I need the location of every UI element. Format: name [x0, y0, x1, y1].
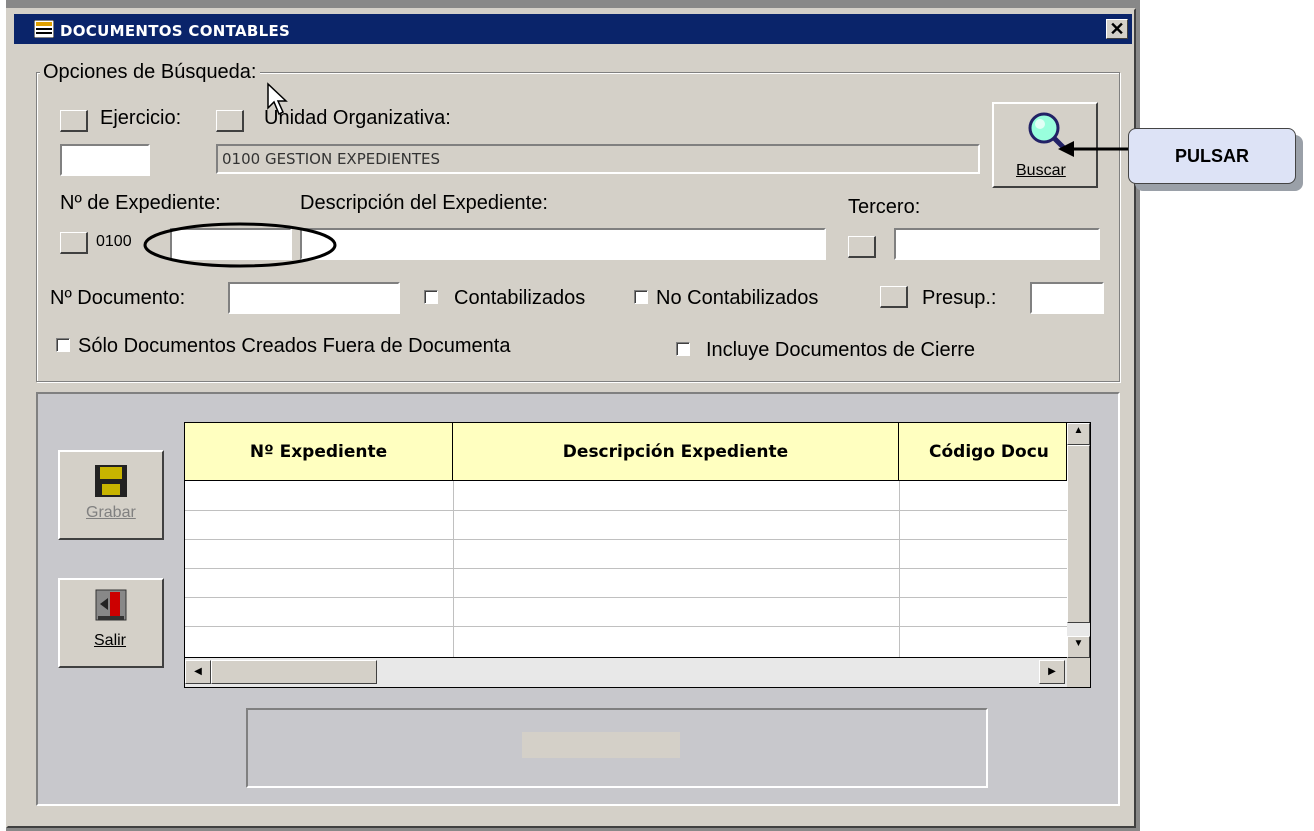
vertical-scrollbar[interactable]: ▲ ▼	[1067, 423, 1090, 658]
unidad-label: Unidad Organizativa:	[264, 107, 451, 129]
buscar-label: Buscar	[1016, 162, 1066, 179]
window-title: DOCUMENTOS CONTABLES	[60, 22, 291, 40]
unidad-toggle[interactable]	[216, 110, 244, 132]
column-header-expediente[interactable]: Nº Expediente	[185, 423, 453, 481]
scroll-left-icon[interactable]: ◀	[185, 660, 211, 684]
column-header-label: Descripción Expediente	[562, 441, 789, 462]
expediente-prefix: 0100	[96, 233, 132, 250]
salir-button[interactable]: Salir	[58, 578, 164, 668]
presup-toggle[interactable]	[880, 286, 908, 308]
table-row[interactable]	[185, 626, 1067, 627]
table-row[interactable]	[185, 510, 1067, 511]
column-header-label: Nº Expediente	[249, 441, 388, 462]
scroll-down-icon[interactable]: ▼	[1067, 636, 1090, 658]
title-bar[interactable]: DOCUMENTOS CONTABLES	[14, 14, 1132, 44]
ejercicio-toggle[interactable]	[60, 110, 88, 132]
exit-door-icon	[95, 589, 127, 621]
unidad-value: 0100 GESTION EXPEDIENTES	[222, 150, 441, 168]
scrollbar-corner	[1067, 658, 1090, 687]
tercero-toggle[interactable]	[848, 236, 876, 258]
mouse-cursor-icon	[267, 82, 288, 116]
salir-label: Salir	[94, 632, 127, 649]
column-divider	[899, 481, 900, 658]
unidad-field[interactable]: 0100 GESTION EXPEDIENTES	[216, 144, 980, 174]
tercero-input[interactable]	[894, 228, 1100, 260]
horizontal-scrollbar[interactable]: ◀ ▶	[185, 658, 1067, 687]
close-icon: ✕	[1109, 19, 1125, 39]
progress-bar	[522, 732, 680, 758]
ejercicio-label: Ejercicio:	[100, 107, 182, 129]
search-group-label: Opciones de Búsqueda:	[40, 61, 260, 84]
incluye-checkbox[interactable]	[676, 342, 690, 356]
contabilizados-checkbox[interactable]	[424, 290, 438, 304]
solo-label: Sólo Documentos Creados Fuera de Documen…	[78, 335, 511, 357]
documento-input[interactable]	[228, 282, 400, 314]
contabilizados-label: Contabilizados	[454, 287, 586, 309]
descripcion-input[interactable]	[300, 228, 826, 260]
grabar-label: Grabar	[86, 504, 136, 521]
incluye-label: Incluye Documentos de Cierre	[706, 339, 976, 361]
scroll-up-icon[interactable]: ▲	[1067, 423, 1090, 445]
pulsar-callout: PULSAR	[1128, 128, 1296, 184]
table-row[interactable]	[185, 539, 1067, 540]
callout-arrow-icon	[1058, 141, 1132, 157]
column-divider	[453, 481, 454, 658]
close-button[interactable]: ✕	[1106, 19, 1128, 39]
expediente-label: Nº de Expediente:	[60, 192, 221, 214]
highlight-ellipse	[143, 222, 337, 268]
scroll-right-icon[interactable]: ▶	[1039, 660, 1065, 684]
results-grid[interactable]: Nº Expediente Descripción Expediente Cód…	[184, 422, 1091, 688]
expediente-toggle[interactable]	[60, 232, 88, 254]
callout-text: PULSAR	[1174, 145, 1249, 166]
floppy-disk-icon	[95, 465, 127, 497]
column-header-codigo[interactable]: Código Docu	[899, 423, 1067, 481]
app-icon	[34, 20, 54, 38]
column-header-descripcion[interactable]: Descripción Expediente	[453, 423, 899, 481]
grabar-button[interactable]: Grabar	[58, 450, 164, 540]
ejercicio-input[interactable]	[60, 144, 150, 176]
vertical-scroll-thumb[interactable]	[1067, 445, 1090, 623]
tercero-label: Tercero:	[848, 196, 921, 218]
table-row[interactable]	[185, 597, 1067, 598]
descripcion-label: Descripción del Expediente:	[300, 192, 548, 214]
solo-checkbox[interactable]	[56, 338, 70, 352]
table-row[interactable]	[185, 568, 1067, 569]
presup-input[interactable]	[1030, 282, 1104, 314]
column-header-label: Código Docu	[929, 441, 1049, 462]
documento-label: Nº Documento:	[50, 287, 186, 309]
horizontal-scroll-thumb[interactable]	[211, 660, 377, 684]
presup-label: Presup.:	[922, 287, 997, 309]
no-contabilizados-checkbox[interactable]	[634, 290, 648, 304]
no-contabilizados-label: No Contabilizados	[656, 287, 819, 309]
